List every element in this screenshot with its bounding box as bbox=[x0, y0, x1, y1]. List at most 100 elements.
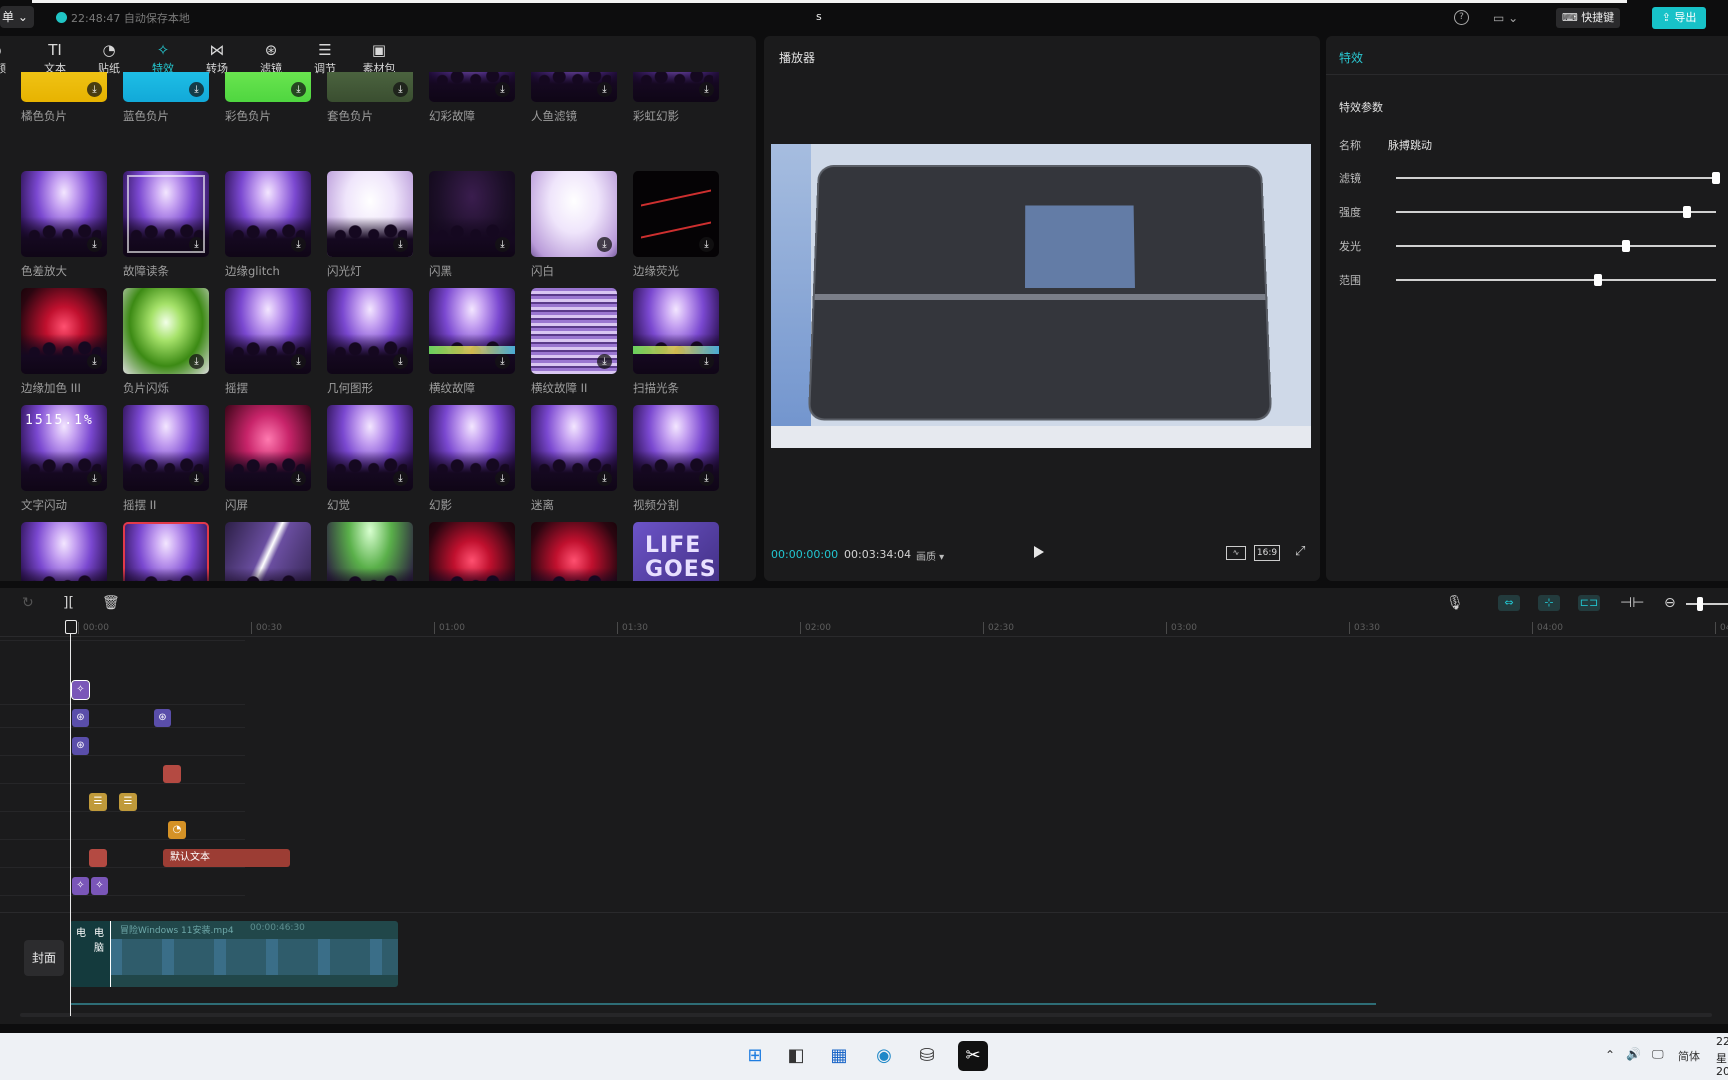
adjust-clip[interactable]: ☰ bbox=[119, 793, 137, 811]
edge-browser-icon[interactable]: ◉ bbox=[869, 1041, 899, 1071]
playhead-handle[interactable] bbox=[65, 620, 77, 634]
download-icon[interactable]: ⤓ bbox=[597, 237, 612, 252]
text-clip-short[interactable] bbox=[163, 765, 181, 783]
glow-slider[interactable] bbox=[1396, 240, 1716, 252]
download-icon[interactable]: ⤓ bbox=[87, 237, 102, 252]
effect-item[interactable]: ⤓ 视频分割 bbox=[633, 405, 719, 513]
effect-item[interactable]: ⤓ bbox=[429, 522, 515, 581]
download-icon[interactable]: ⤓ bbox=[495, 354, 510, 369]
text-clip-short[interactable] bbox=[89, 849, 107, 867]
effect-item[interactable]: ⤓ 摇摆 II bbox=[123, 405, 209, 513]
download-icon[interactable]: ⤓ bbox=[87, 354, 102, 369]
store-icon[interactable]: ⛁ bbox=[912, 1041, 942, 1071]
intensity-slider[interactable] bbox=[1396, 206, 1716, 218]
microphone-icon[interactable]: 🎙 bbox=[1446, 595, 1464, 611]
effect-item[interactable]: ⤓ 彩色负片 bbox=[225, 72, 311, 124]
adjust-clip[interactable]: ☰ bbox=[89, 793, 107, 811]
filter-slider[interactable] bbox=[1396, 172, 1720, 184]
effect-item[interactable]: ⤓ bbox=[327, 522, 413, 581]
effect-item[interactable]: ⤓ 闪黑 bbox=[429, 171, 515, 279]
effect-item[interactable]: ⤓ bbox=[123, 522, 209, 581]
download-icon[interactable]: ⤓ bbox=[495, 82, 510, 97]
effect-item[interactable]: ⤓ 人鱼滤镜 bbox=[531, 72, 617, 124]
effect-item[interactable]: ⤓ bbox=[21, 522, 107, 581]
download-icon[interactable]: ⤓ bbox=[189, 354, 204, 369]
download-icon[interactable]: ⤓ bbox=[597, 82, 612, 97]
sticker-clip[interactable]: ◔ bbox=[168, 821, 186, 839]
effect-clip[interactable]: ✧ bbox=[72, 877, 89, 895]
tab-sticker[interactable]: ◔ 贴纸 bbox=[84, 40, 134, 76]
effect-item[interactable]: ⤓ 套色负片 bbox=[327, 72, 413, 124]
tab-filter[interactable]: ⊛ 滤镜 bbox=[246, 40, 296, 76]
download-icon[interactable]: ⤓ bbox=[393, 237, 408, 252]
filter-clip[interactable]: ⊛ bbox=[72, 709, 89, 727]
effect-item[interactable]: 1515.1% ⤓ 文字闪动 bbox=[21, 405, 107, 513]
video-clip-intro[interactable]: 电 电脑 bbox=[70, 921, 111, 987]
effect-item[interactable]: ⤓ bbox=[531, 522, 617, 581]
effect-item[interactable]: ⤓ 扫描光条 bbox=[633, 288, 719, 396]
tray-time[interactable]: 22 bbox=[1716, 1035, 1728, 1048]
effect-item[interactable]: ⤓ 幻影 bbox=[429, 405, 515, 513]
split-icon[interactable]: ][ bbox=[63, 595, 74, 611]
tab-text[interactable]: TI 文本 bbox=[30, 40, 80, 76]
help-icon[interactable]: ? bbox=[1454, 10, 1469, 25]
download-icon[interactable]: ⤓ bbox=[495, 471, 510, 486]
download-icon[interactable]: ⤓ bbox=[189, 471, 204, 486]
aspect-ratio-button[interactable]: 16:9 bbox=[1254, 545, 1280, 561]
tab-video[interactable]: ◐视频 bbox=[0, 40, 20, 76]
play-button[interactable] bbox=[1034, 546, 1044, 558]
task-view-icon[interactable]: ◧ bbox=[781, 1041, 811, 1071]
tab-transition[interactable]: ⋈ 转场 bbox=[192, 40, 242, 76]
text-clip[interactable]: 默认文本 bbox=[163, 849, 290, 867]
zoom-out-icon[interactable]: ⊖ bbox=[1664, 595, 1676, 611]
download-icon[interactable]: ⤓ bbox=[597, 471, 612, 486]
download-icon[interactable]: ⤓ bbox=[189, 237, 204, 252]
capcut-app-icon[interactable]: ✂ bbox=[958, 1041, 988, 1071]
main-track-magnet-icon[interactable]: ⇔ bbox=[1498, 595, 1520, 611]
filter-clip[interactable]: ⊛ bbox=[72, 737, 89, 755]
download-icon[interactable]: ⤓ bbox=[495, 237, 510, 252]
filter-clip[interactable]: ⊛ bbox=[154, 709, 171, 727]
effect-item[interactable]: ⤓ 闪白 bbox=[531, 171, 617, 279]
network-icon[interactable]: 🖵 bbox=[1652, 1047, 1664, 1062]
download-icon[interactable]: ⤓ bbox=[393, 354, 408, 369]
download-icon[interactable]: ⤓ bbox=[393, 471, 408, 486]
range-slider[interactable] bbox=[1396, 274, 1716, 286]
download-icon[interactable]: ⤓ bbox=[291, 354, 306, 369]
tab-package[interactable]: ▣ 素材包 bbox=[354, 40, 404, 76]
fullscreen-icon[interactable]: ⤢ bbox=[1295, 544, 1305, 559]
delete-icon[interactable]: 🗑 bbox=[102, 595, 120, 611]
effect-item[interactable]: ⤓ 蓝色负片 bbox=[123, 72, 209, 124]
windows-start-icon[interactable]: ⊞ bbox=[740, 1041, 770, 1071]
download-icon[interactable]: ⤓ bbox=[189, 82, 204, 97]
effect-item[interactable]: ⤓ 横纹故障 II bbox=[531, 288, 617, 396]
auto-snap-icon[interactable]: ⊹ bbox=[1538, 595, 1560, 611]
playhead[interactable] bbox=[70, 620, 71, 1016]
preview-axis-icon[interactable]: ⊣⊢ bbox=[1620, 595, 1644, 611]
download-icon[interactable]: ⤓ bbox=[699, 471, 714, 486]
zoom-slider-knob[interactable] bbox=[1697, 597, 1703, 611]
effect-item[interactable]: ⤓ 几何图形 bbox=[327, 288, 413, 396]
horizontal-scrollbar[interactable] bbox=[20, 1013, 1712, 1017]
download-icon[interactable]: ⤓ bbox=[699, 354, 714, 369]
link-icon[interactable]: ⊏⊐ bbox=[1578, 595, 1600, 611]
effect-item[interactable]: ⤓ bbox=[225, 522, 311, 581]
effect-item[interactable]: ⤓ 负片闪烁 bbox=[123, 288, 209, 396]
download-icon[interactable]: ⤓ bbox=[699, 82, 714, 97]
redo-icon[interactable]: ↻ bbox=[22, 595, 34, 611]
volume-icon[interactable]: 🔊 bbox=[1626, 1047, 1641, 1061]
effect-item[interactable]: ⤓ 闪光灯 bbox=[327, 171, 413, 279]
shortcuts-button[interactable]: ⌨ 快捷键 bbox=[1556, 8, 1620, 28]
effect-item[interactable]: ⤓ 迷离 bbox=[531, 405, 617, 513]
video-clip[interactable]: 电 电脑 冒险Windows 11安装.mp4 00:00:46:30 bbox=[70, 921, 398, 987]
tab-effects[interactable]: ✧ 特效 bbox=[138, 40, 188, 76]
video-preview[interactable] bbox=[771, 144, 1311, 448]
menu-button[interactable]: 单 ⌄ bbox=[0, 6, 34, 28]
slider-knob[interactable] bbox=[1712, 172, 1720, 184]
download-icon[interactable]: ⤓ bbox=[87, 82, 102, 97]
slider-knob[interactable] bbox=[1593, 274, 1602, 286]
effect-clip[interactable]: ✧ bbox=[91, 877, 108, 895]
effect-item[interactable]: ⤓ 橘色负片 bbox=[21, 72, 107, 124]
panel-title[interactable]: 特效 bbox=[1339, 49, 1363, 66]
download-icon[interactable]: ⤓ bbox=[291, 237, 306, 252]
